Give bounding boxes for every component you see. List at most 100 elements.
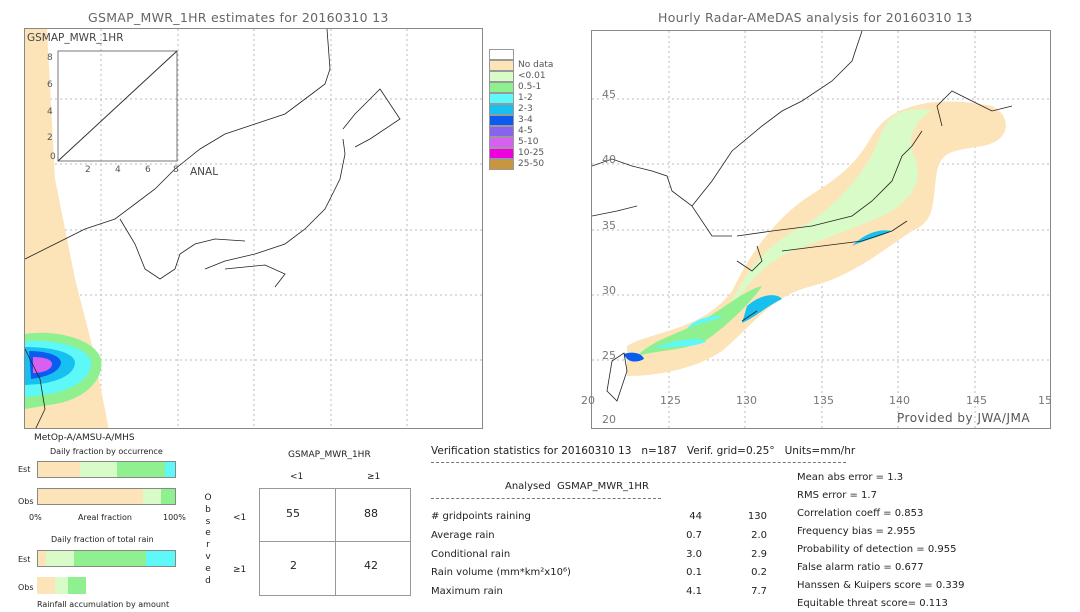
total-rain-est-bar xyxy=(37,550,176,567)
cell-obs-lt1-est-ge1: 88 xyxy=(364,507,378,520)
legend-swatch xyxy=(489,104,514,115)
inset-xtick: 8 xyxy=(173,165,179,175)
lon-label: 20 xyxy=(581,394,595,407)
lat-label: 25 xyxy=(602,349,616,362)
obs-label: Obs xyxy=(18,497,34,506)
observed-letter: d xyxy=(205,575,211,586)
legend-label: No data xyxy=(518,60,554,70)
stat-analysed-value: 0.7 xyxy=(686,529,702,541)
score-line: False alarm ratio = 0.677 xyxy=(797,562,924,573)
lat-label: 35 xyxy=(602,219,616,232)
lon-label: 140 xyxy=(889,394,910,407)
contingency-header: GSMAP_MWR_1HR xyxy=(288,450,371,460)
total-rain-obs-bar xyxy=(37,577,176,594)
bar-segment xyxy=(38,489,144,504)
total-rain-title: Daily fraction of total rain xyxy=(51,535,154,544)
observed-axis-label: Observed xyxy=(203,493,213,587)
inset-xlabel: ANAL xyxy=(190,166,219,178)
stat-analysed-value: 3.0 xyxy=(686,548,702,560)
satellite-label: MetOp-A/AMSU-A/MHS xyxy=(34,433,135,443)
observed-letter: b xyxy=(205,504,211,515)
score-line: Frequency bias = 2.955 xyxy=(797,526,916,537)
est-label: Est xyxy=(18,555,31,564)
observed-letter: s xyxy=(205,516,211,527)
legend-swatch xyxy=(489,60,514,71)
row-label: ≥1 xyxy=(233,565,247,575)
stat-estimate-value: 2.0 xyxy=(751,529,767,541)
right-map-drawing xyxy=(592,31,1050,428)
lon-label: 145 xyxy=(966,394,987,407)
legend-swatch xyxy=(489,71,514,82)
lat-label: 20 xyxy=(602,413,616,426)
bar-segment xyxy=(146,551,175,566)
stat-row-label: # gridpoints raining xyxy=(431,511,531,522)
score-line: Equitable threat score= 0.113 xyxy=(797,598,948,609)
col-analysed: Analysed xyxy=(505,481,551,492)
bar-segment xyxy=(46,551,74,566)
score-line: Correlation coeff = 0.853 xyxy=(797,508,924,519)
stat-estimate-value: 130 xyxy=(747,511,767,522)
legend-swatch xyxy=(489,137,514,148)
lon-label: 135 xyxy=(813,394,834,407)
stat-row-label: Maximum rain xyxy=(431,586,503,598)
legend-swatch xyxy=(489,82,514,93)
bar-segment xyxy=(143,489,162,504)
bar-segment xyxy=(80,462,118,477)
inset-xtick: 6 xyxy=(145,165,151,175)
stat-estimate-value: 7.7 xyxy=(751,586,767,598)
col-estimate: GSMAP_MWR_1HR xyxy=(557,481,649,492)
legend-label: <0.01 xyxy=(518,71,546,81)
legend-label: 5-10 xyxy=(518,137,539,147)
observed-letter: e xyxy=(205,528,211,539)
lon-label: 15 xyxy=(1038,394,1052,407)
col-label: ≥1 xyxy=(367,472,381,482)
inset-ytick: 8 xyxy=(47,53,53,63)
stat-row-label: Conditional rain xyxy=(431,548,511,560)
observed-letter: e xyxy=(205,563,211,574)
score-line: RMS error = 1.7 xyxy=(797,490,877,501)
stat-row-label: Rain volume (mm*km²x10⁶) xyxy=(431,567,571,579)
score-line: Mean abs error = 1.3 xyxy=(797,472,904,483)
inset-xtick: 2 xyxy=(85,165,91,175)
occurrence-obs-bar xyxy=(37,488,176,505)
inset-ytick: 2 xyxy=(47,133,53,143)
stats-title: Verification statistics for 20160310 13 … xyxy=(431,445,856,457)
observed-letter: O xyxy=(204,493,212,503)
axis-mid: Areal fraction xyxy=(78,513,132,522)
lat-label: 40 xyxy=(602,153,616,166)
legend-swatch xyxy=(489,126,514,137)
legend-swatch xyxy=(489,148,514,159)
inset-ytick: 4 xyxy=(47,107,53,117)
bar-segment xyxy=(38,462,81,477)
score-line: Probability of detection = 0.955 xyxy=(797,544,957,555)
observed-letter: r xyxy=(206,540,210,551)
inset-scatter-plot xyxy=(57,50,178,162)
legend-label: 3-4 xyxy=(518,115,533,125)
bar-segment xyxy=(117,462,166,477)
inset-ytick: 6 xyxy=(47,80,53,90)
cell-obs-ge1-est-ge1: 42 xyxy=(364,559,378,572)
legend-swatch xyxy=(489,93,514,104)
accumulation-title: Rainfall accumulation by amount xyxy=(37,600,170,609)
inset-xtick: 0 xyxy=(50,152,56,162)
bar-segment xyxy=(37,577,56,594)
lon-label: 130 xyxy=(736,394,757,407)
legend-label: 4-5 xyxy=(518,126,533,136)
col-label: <1 xyxy=(290,472,304,482)
bar-segment xyxy=(165,462,175,477)
legend-label: 10-25 xyxy=(518,148,545,158)
legend-label: 2-3 xyxy=(518,104,533,114)
bar-segment xyxy=(55,577,68,594)
bar-segment xyxy=(38,551,47,566)
bar-segment xyxy=(161,489,175,504)
bar-segment xyxy=(73,551,147,566)
stat-analysed-value: 0.1 xyxy=(686,567,702,579)
legend-label: 1-2 xyxy=(518,93,533,103)
stat-estimate-value: 2.9 xyxy=(751,548,767,560)
axis-right: 100% xyxy=(163,513,186,522)
inset-xtick: 4 xyxy=(115,165,121,175)
left-map-title: GSMAP_MWR_1HR estimates for 20160310 13 xyxy=(88,10,389,25)
data-credit: Provided by JWA/JMA xyxy=(897,411,1031,425)
stat-analysed-value: 44 xyxy=(689,511,702,522)
est-label: Est xyxy=(18,465,31,474)
